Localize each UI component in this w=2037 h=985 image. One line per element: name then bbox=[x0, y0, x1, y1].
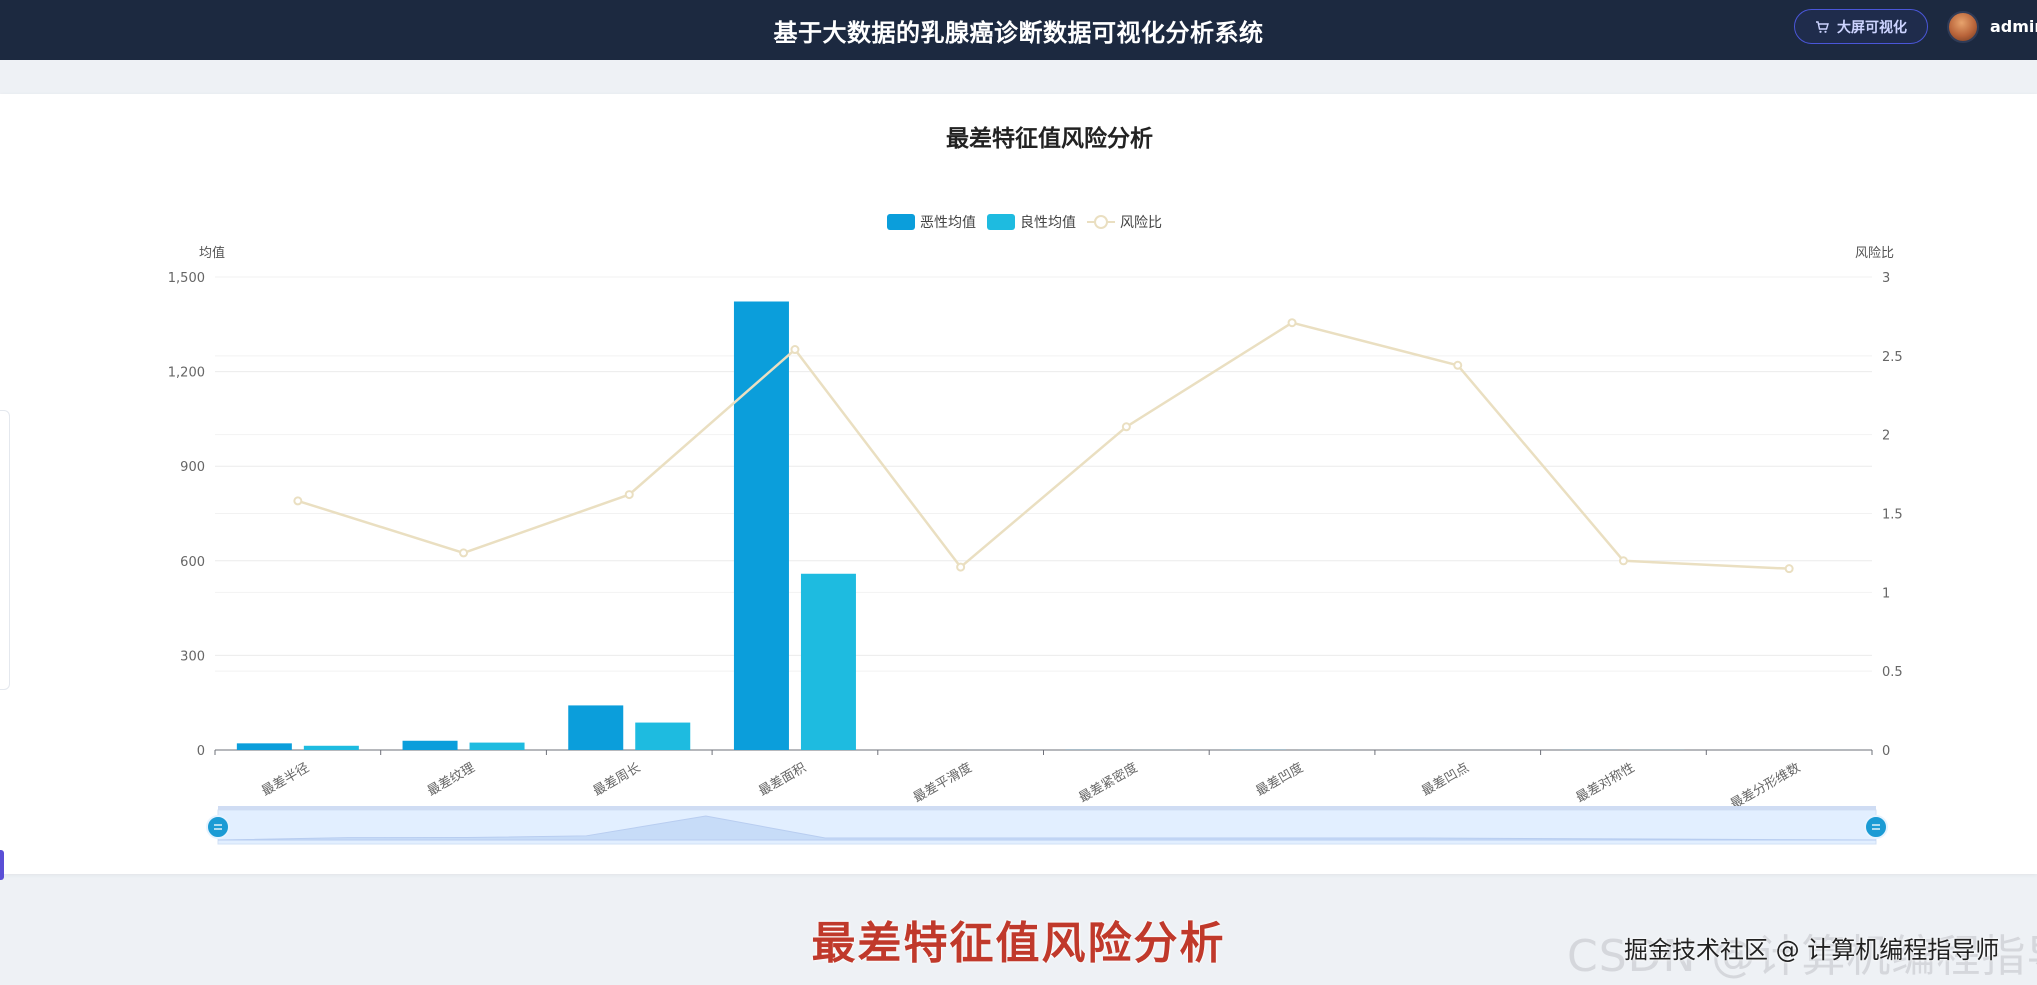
bar bbox=[733, 301, 789, 750]
legend-label: 良性均值 bbox=[1020, 215, 1076, 231]
x-tick-label: 最差紧密度 bbox=[1076, 760, 1140, 806]
y-tick-label: 1,200 bbox=[168, 366, 205, 381]
line-point bbox=[956, 562, 966, 572]
y-tick-label-right: 3 bbox=[1882, 271, 1890, 286]
legend-marker bbox=[1094, 215, 1108, 229]
chart-svg: 最差特征值风险分析恶性均值 良性均值 风险比均值 风险比03006009001,200… bbox=[168, 125, 1903, 845]
y-tick-label: 900 bbox=[180, 460, 205, 475]
line-point bbox=[790, 345, 800, 355]
legend-label: 风险比 bbox=[1120, 215, 1162, 231]
bar bbox=[635, 722, 691, 750]
datazoom-top-bar bbox=[218, 806, 1876, 810]
x-tick-label: 最差纹理 bbox=[425, 760, 478, 799]
y-tick-label-right: 1.5 bbox=[1882, 508, 1903, 523]
x-tick-label: 最差凹度 bbox=[1253, 760, 1306, 800]
y-tick-label-right: 1 bbox=[1882, 586, 1890, 601]
chart-title: 最差特征值风险分析 bbox=[946, 125, 1153, 152]
bar bbox=[800, 573, 856, 750]
line-point bbox=[293, 496, 303, 506]
line-point bbox=[1287, 318, 1297, 328]
x-tick-label: 最差平滑度 bbox=[910, 760, 974, 806]
y-tick-label-right: 0.5 bbox=[1882, 665, 1903, 680]
line-point bbox=[459, 548, 469, 558]
x-tick-label: 最差面积 bbox=[756, 760, 809, 799]
x-tick-label: 最差凹点 bbox=[1419, 760, 1472, 799]
y-tick-label-right: 0 bbox=[1882, 744, 1890, 759]
datazoom-handle[interactable] bbox=[206, 815, 230, 839]
legend-label: 恶性均值 bbox=[920, 215, 976, 231]
y-tick-label-right: 2.5 bbox=[1882, 350, 1903, 365]
risk-ratio-line bbox=[297, 321, 1790, 570]
line-point bbox=[1121, 422, 1131, 432]
x-tick-label: 最差对称性 bbox=[1574, 760, 1638, 805]
line-point bbox=[1453, 360, 1463, 370]
x-tick-label: 最差分形维数 bbox=[1728, 760, 1803, 812]
y-tick-label: 300 bbox=[180, 649, 205, 664]
legend-swatch bbox=[987, 214, 1015, 230]
credit-text: 掘金技术社区 @ 计算机编程指导师 bbox=[1624, 936, 2000, 964]
datazoom-handle[interactable] bbox=[1864, 815, 1888, 839]
y-axis-right-label: 风险比 bbox=[1855, 246, 1894, 261]
bar bbox=[303, 745, 359, 750]
bar bbox=[568, 705, 624, 750]
x-tick-label: 最差周长 bbox=[591, 760, 644, 799]
legend-swatch bbox=[887, 214, 915, 230]
bar bbox=[236, 743, 292, 750]
line-point bbox=[624, 490, 634, 500]
bar bbox=[402, 740, 458, 750]
x-tick-label: 最差半径 bbox=[259, 760, 312, 799]
bar bbox=[469, 742, 525, 750]
y-tick-label: 1,500 bbox=[168, 271, 205, 286]
y-axis-label: 均值 bbox=[199, 245, 225, 261]
y-tick-label: 600 bbox=[180, 555, 205, 570]
y-tick-label: 0 bbox=[197, 744, 205, 759]
line-point bbox=[1784, 564, 1794, 574]
y-tick-label-right: 2 bbox=[1882, 429, 1890, 444]
line-point bbox=[1618, 556, 1628, 566]
